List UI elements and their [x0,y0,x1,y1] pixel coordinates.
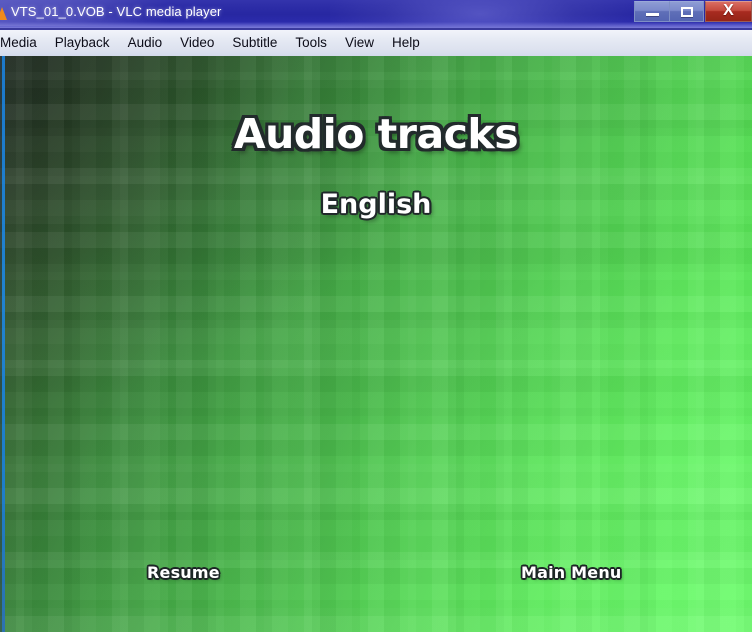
vlc-media-player-window: VTS_01_0.VOB - VLC media player X Media … [0,0,752,632]
menu-item-subtitle[interactable]: Subtitle [223,33,286,54]
dvd-menu-overlay: Audio tracks English Resume Main Menu [0,56,752,632]
close-button[interactable]: X [705,1,752,22]
maximize-button[interactable] [669,1,704,22]
dvd-button-main-menu[interactable]: Main Menu [521,565,622,581]
dvd-button-resume[interactable]: Resume [147,565,220,581]
menu-item-help[interactable]: Help [383,33,429,54]
video-output-area[interactable]: Audio tracks English Resume Main Menu [0,56,752,632]
menu-item-audio[interactable]: Audio [119,33,172,54]
minimize-button[interactable] [634,1,669,22]
window-controls: X [634,1,752,23]
menu-item-media[interactable]: Media [0,33,46,54]
close-icon: X [723,2,734,19]
window-title: VTS_01_0.VOB - VLC media player [11,4,222,19]
dvd-audio-track-english[interactable]: English [0,191,752,218]
menu-item-view[interactable]: View [336,33,383,54]
menu-item-playback[interactable]: Playback [46,33,119,54]
menu-item-tools[interactable]: Tools [286,33,336,54]
window-title-bar[interactable]: VTS_01_0.VOB - VLC media player X [0,0,752,28]
minimize-icon [645,12,659,16]
dvd-menu-heading: Audio tracks [233,110,519,158]
maximize-icon [680,6,693,17]
titlebar-glow [330,0,630,28]
menu-bar: Media Playback Audio Video Subtitle Tool… [0,28,752,56]
menu-item-video[interactable]: Video [171,33,223,54]
vlc-cone-icon [0,7,7,20]
